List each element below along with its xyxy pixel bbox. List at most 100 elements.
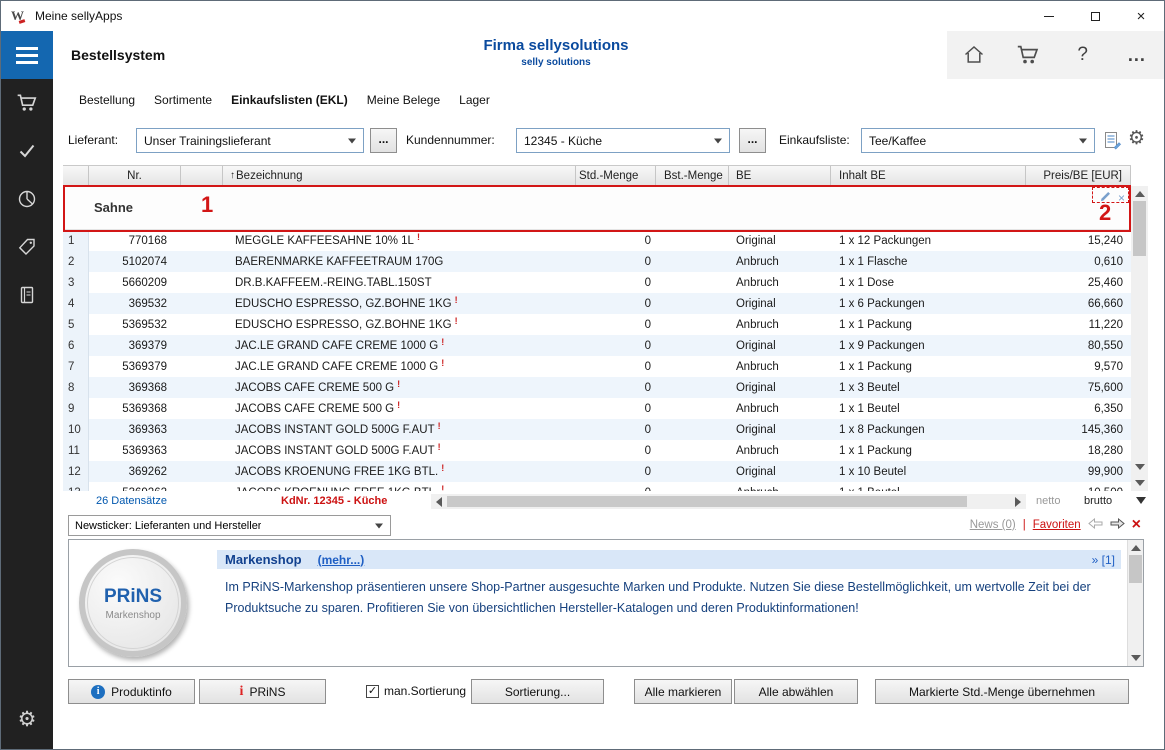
newsticker-select[interactable]: Newsticker: Lieferanten und Hersteller (68, 515, 391, 536)
help-icon[interactable]: ? (1068, 40, 1098, 70)
bst-menge-cell[interactable] (656, 377, 729, 398)
column-header-bst-menge[interactable]: Bst.-Menge (656, 166, 729, 185)
list-settings-gear-icon[interactable]: ⚙ (1128, 127, 1145, 150)
std-menge-cell[interactable]: 0 (576, 230, 656, 251)
row-select-cell[interactable] (181, 356, 223, 377)
prins-button[interactable]: i PRiNS (199, 679, 326, 704)
scroll-down-icon[interactable] (1131, 655, 1141, 661)
scrollbar-thumb[interactable] (1133, 201, 1146, 256)
row-select-cell[interactable] (181, 251, 223, 272)
settings-gear-icon[interactable]: ⚙ (1, 695, 53, 743)
delete-group-icon[interactable]: × (1118, 192, 1125, 204)
group-row-sahne[interactable]: Sahne × (63, 186, 1131, 230)
table-row[interactable]: 4369532EDUSCHO ESPRESSO, GZ.BOHNE 1KG!0O… (63, 293, 1131, 314)
std-menge-cell[interactable]: 0 (576, 314, 656, 335)
row-select-cell[interactable] (181, 230, 223, 251)
edit-group-icon[interactable] (1100, 189, 1111, 207)
mehr-link[interactable]: (mehr...) (318, 553, 365, 567)
table-row[interactable]: 95369368JACOBS CAFE CREME 500 G!0Anbruch… (63, 398, 1131, 419)
sidebar-cart-icon[interactable] (1, 79, 53, 127)
produktinfo-button[interactable]: i Produktinfo (68, 679, 195, 704)
table-row[interactable]: 1770168MEGGLE KAFFEESAHNE 10% 1L!0Origin… (63, 230, 1131, 251)
scrollbar-thumb[interactable] (1129, 555, 1142, 583)
minimize-button[interactable] (1026, 1, 1072, 31)
favoriten-link[interactable]: Favoriten (1033, 519, 1081, 531)
table-row[interactable]: 25102074BAERENMARKE KAFFEETRAUM 170G0Anb… (63, 251, 1131, 272)
sidebar-piechart-icon[interactable] (1, 175, 53, 223)
table-row[interactable]: 10369363JACOBS INSTANT GOLD 500G F.AUT!0… (63, 419, 1131, 440)
std-menge-cell[interactable]: 0 (576, 398, 656, 419)
table-vertical-scrollbar[interactable] (1131, 186, 1148, 491)
bst-menge-cell[interactable] (656, 230, 729, 251)
std-menge-cell[interactable]: 0 (576, 272, 656, 293)
std-menge-cell[interactable]: 0 (576, 461, 656, 482)
row-select-cell[interactable] (181, 440, 223, 461)
home-icon[interactable] (959, 40, 989, 70)
bst-menge-cell[interactable] (656, 272, 729, 293)
std-menge-cell[interactable]: 0 (576, 419, 656, 440)
bst-menge-cell[interactable] (656, 314, 729, 335)
next-arrow-icon[interactable] (1110, 518, 1125, 532)
table-row[interactable]: 135369262JACOBS KROENUNG FREE 1KG BTL.!0… (63, 482, 1131, 491)
cart-icon[interactable] (1013, 40, 1043, 70)
row-select-cell[interactable] (181, 377, 223, 398)
kundennummer-more-button[interactable]: ... (739, 128, 766, 153)
uebernehmen-button[interactable]: Markierte Std.-Menge übernehmen (875, 679, 1129, 704)
table-row[interactable]: 55369532EDUSCHO ESPRESSO, GZ.BOHNE 1KG!0… (63, 314, 1131, 335)
tab-sortimente[interactable]: Sortimente (154, 93, 212, 107)
table-row[interactable]: 35660209DR.B.KAFFEEM.-REING.TABL.150ST0A… (63, 272, 1131, 293)
alle-abwaehlen-button[interactable]: Alle abwählen (734, 679, 858, 704)
news-page-link[interactable]: » [1] (1092, 553, 1115, 567)
jump-to-end-icon[interactable] (1136, 497, 1146, 504)
close-news-icon[interactable]: × (1132, 517, 1141, 533)
std-menge-cell[interactable]: 0 (576, 356, 656, 377)
bst-menge-cell[interactable] (656, 398, 729, 419)
sidebar-book-icon[interactable] (1, 271, 53, 319)
column-header-inhalt-be[interactable]: Inhalt BE (831, 166, 1026, 185)
scroll-down-icon[interactable] (1135, 464, 1145, 470)
column-header-preis[interactable]: Preis/BE [EUR] (1026, 166, 1131, 185)
table-row[interactable]: 6369379JAC.LE GRAND CAFE CREME 1000 G!0O… (63, 335, 1131, 356)
std-menge-cell[interactable]: 0 (576, 293, 656, 314)
sortierung-button[interactable]: Sortierung... (471, 679, 604, 704)
row-select-cell[interactable] (181, 293, 223, 314)
std-menge-cell[interactable]: 0 (576, 377, 656, 398)
bst-menge-cell[interactable] (656, 293, 729, 314)
tab-bestellung[interactable]: Bestellung (79, 93, 135, 107)
table-row[interactable]: 75369379JAC.LE GRAND CAFE CREME 1000 G!0… (63, 356, 1131, 377)
std-menge-cell[interactable]: 0 (576, 335, 656, 356)
std-menge-cell[interactable]: 0 (576, 251, 656, 272)
einkaufsliste-select[interactable]: Tee/Kaffee (861, 128, 1095, 153)
news-vertical-scrollbar[interactable] (1127, 540, 1143, 666)
row-select-cell[interactable] (181, 461, 223, 482)
column-header-nr[interactable]: Nr. (89, 166, 181, 185)
column-header-select[interactable] (181, 166, 223, 185)
scroll-left-icon[interactable] (436, 497, 442, 507)
tab-lager[interactable]: Lager (459, 93, 490, 107)
sidebar-tag-icon[interactable] (1, 223, 53, 271)
column-header-be[interactable]: BE (729, 166, 831, 185)
lieferant-more-button[interactable]: ... (370, 128, 397, 153)
bst-menge-cell[interactable] (656, 419, 729, 440)
column-header-std-menge[interactable]: Std.-Menge (576, 166, 656, 185)
scrollbar-thumb[interactable] (447, 496, 967, 507)
table-row[interactable]: 12369262JACOBS KROENUNG FREE 1KG BTL.!0O… (63, 461, 1131, 482)
row-select-cell[interactable] (181, 272, 223, 293)
scroll-right-icon[interactable] (1015, 497, 1021, 507)
man-sortierung-checkbox[interactable]: ✓ (366, 685, 379, 698)
scroll-up-icon[interactable] (1135, 191, 1145, 197)
scroll-up-icon[interactable] (1131, 545, 1141, 551)
scroll-down-fast-icon[interactable] (1135, 480, 1145, 486)
maximize-button[interactable] (1072, 1, 1118, 31)
more-options-icon[interactable]: ... (1122, 40, 1152, 70)
edit-list-icon[interactable] (1103, 131, 1122, 153)
bst-menge-cell[interactable] (656, 356, 729, 377)
std-menge-cell[interactable]: 0 (576, 440, 656, 461)
lieferant-select[interactable]: Unser Trainingslieferant (136, 128, 364, 153)
bst-menge-cell[interactable] (656, 335, 729, 356)
kundennummer-select[interactable]: 12345 - Küche (516, 128, 730, 153)
row-select-cell[interactable] (181, 482, 223, 491)
hamburger-menu-button[interactable] (1, 31, 53, 79)
brutto-toggle[interactable]: brutto (1084, 495, 1112, 507)
prev-arrow-icon[interactable] (1088, 518, 1103, 532)
